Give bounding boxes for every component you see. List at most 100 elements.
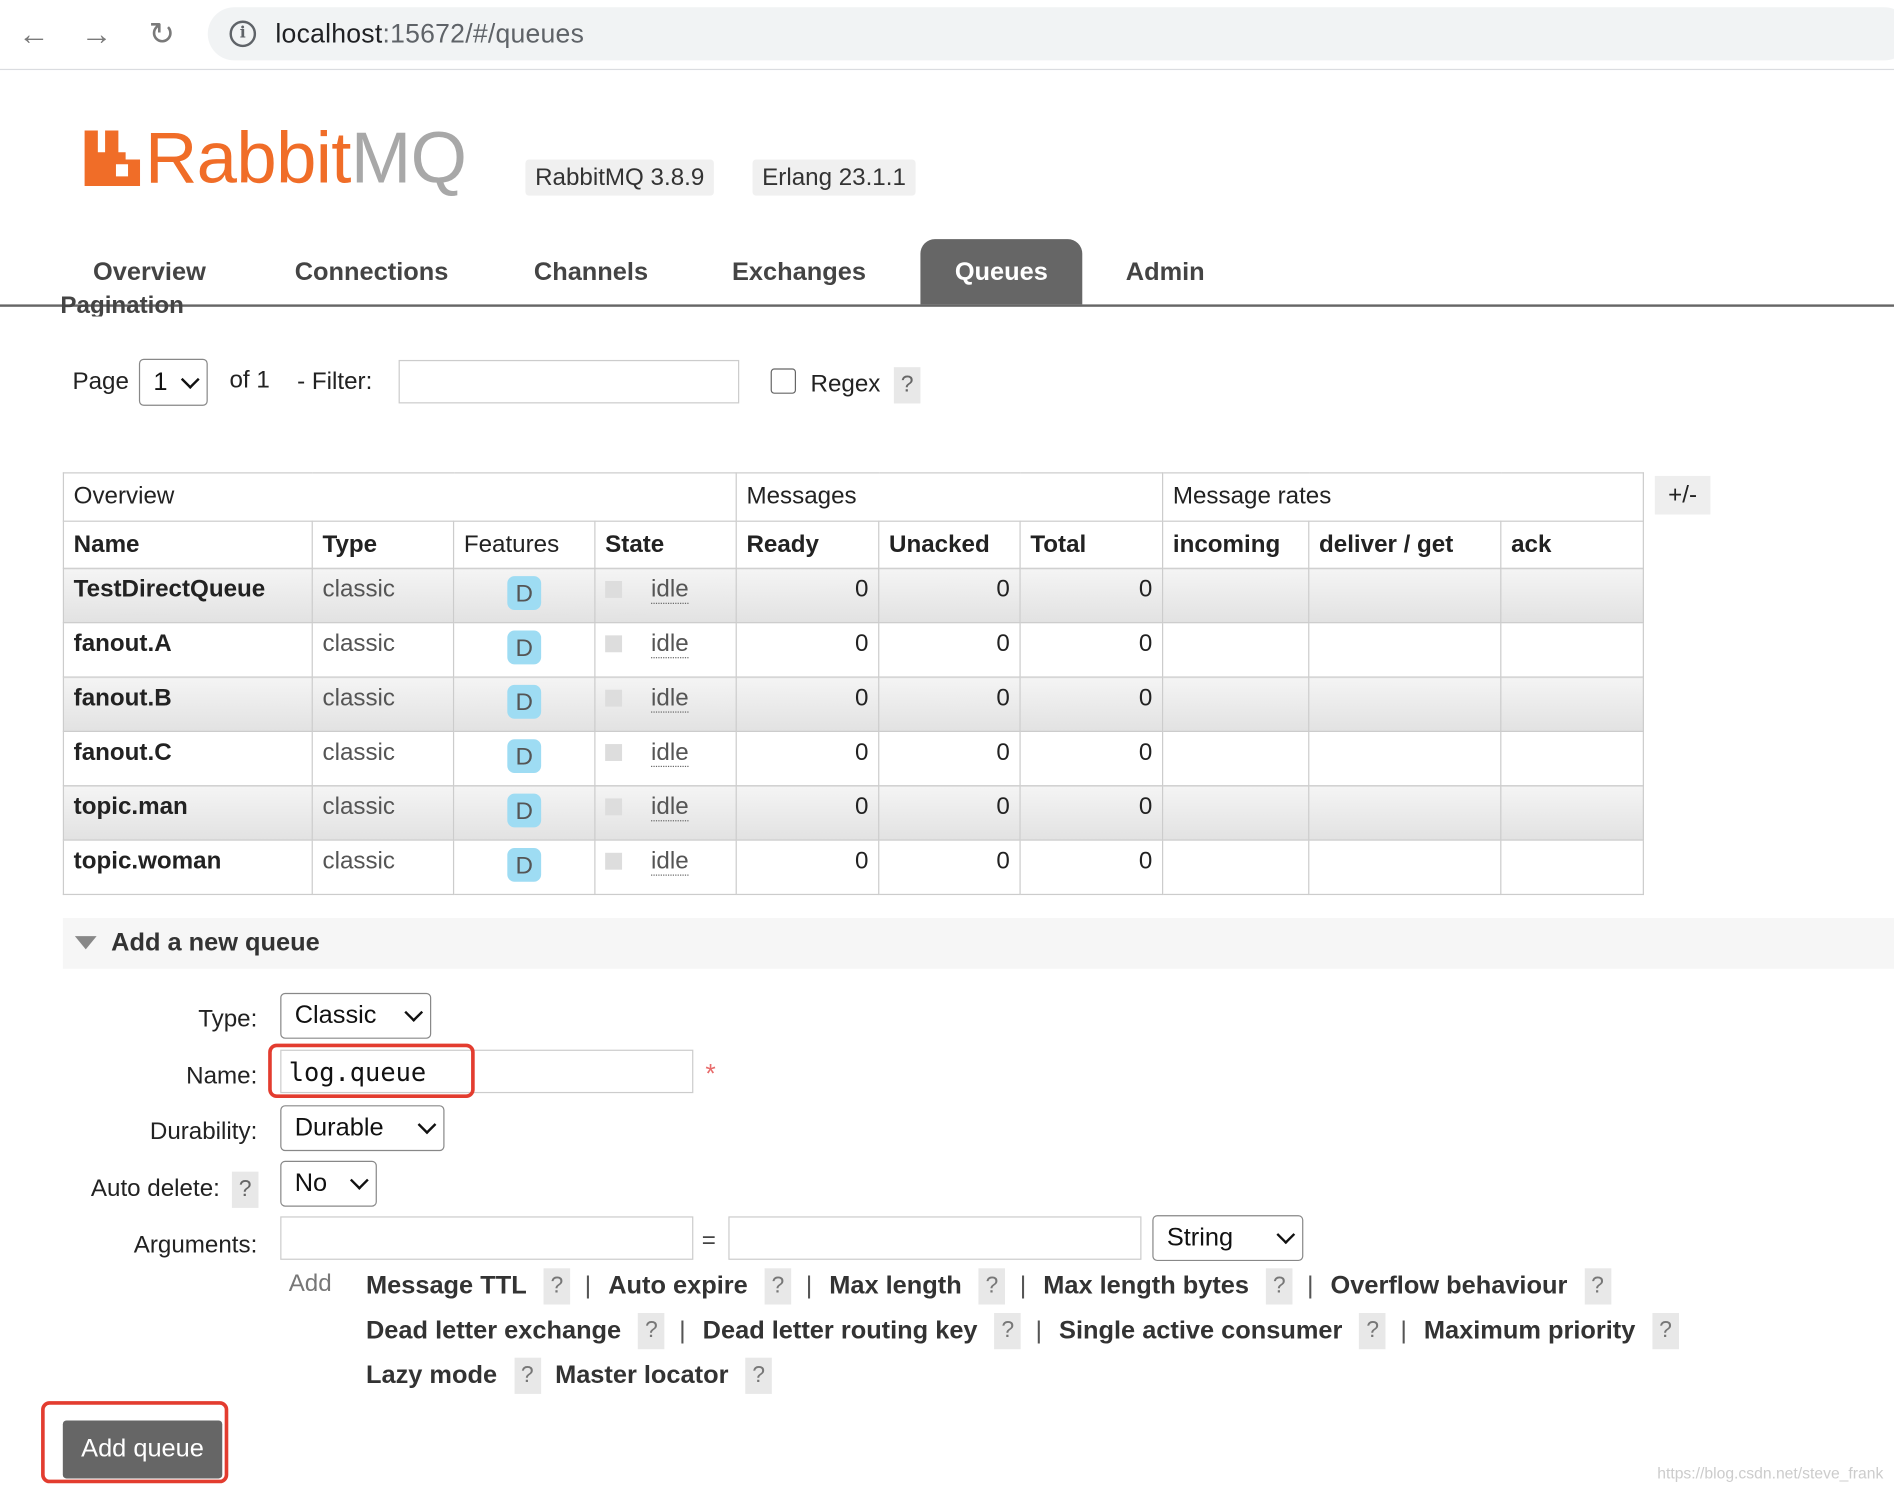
col-name[interactable]: Name: [62, 520, 313, 569]
tab-admin[interactable]: Admin: [1094, 239, 1236, 304]
queue-type-value: Classic: [294, 1001, 377, 1030]
col-ready[interactable]: Ready: [735, 520, 880, 569]
arg-message-ttl[interactable]: Message TTL: [366, 1272, 527, 1301]
arg-auto-expire[interactable]: Auto expire: [608, 1272, 748, 1301]
ready-count: 0: [735, 730, 880, 787]
ready-count: 0: [735, 622, 880, 678]
arg-max-length[interactable]: Max length: [829, 1272, 961, 1301]
tab-connections[interactable]: Connections: [263, 239, 479, 304]
durable-badge: D: [507, 793, 542, 828]
help-button[interactable]: ?: [1584, 1268, 1611, 1305]
state-label: idle: [651, 847, 689, 876]
site-info-icon[interactable]: i: [229, 20, 257, 48]
separator: |: [584, 1271, 592, 1300]
state-cell: idle: [594, 567, 737, 624]
argument-value-input[interactable]: [728, 1216, 1142, 1260]
forward-icon[interactable]: →: [77, 14, 116, 53]
state-indicator: [605, 580, 623, 598]
arg-master-locator[interactable]: Master locator: [555, 1361, 728, 1390]
help-button[interactable]: ?: [543, 1268, 571, 1305]
name-label: Name:: [186, 1062, 258, 1090]
help-button[interactable]: ?: [764, 1268, 792, 1305]
ack-rate: [1500, 622, 1644, 678]
pagination-heading[interactable]: Pagination: [60, 295, 183, 317]
col-features: Features: [452, 520, 596, 569]
queue-type: classic: [311, 730, 455, 787]
unacked-count: 0: [878, 676, 1021, 732]
rabbit-logo-icon: [84, 130, 141, 187]
auto-delete-label: Auto delete:: [90, 1175, 220, 1202]
help-button[interactable]: ?: [1265, 1268, 1293, 1305]
arg-dead-letter-exchange[interactable]: Dead letter exchange: [366, 1317, 621, 1346]
deliver-get-rate: [1308, 567, 1502, 624]
tab-channels[interactable]: Channels: [502, 239, 679, 304]
queue-name-link[interactable]: topic.woman: [62, 839, 313, 896]
state-indicator: [605, 852, 623, 870]
queue-name-link[interactable]: fanout.A: [62, 622, 313, 678]
durable-badge: D: [507, 739, 542, 774]
queue-name-link[interactable]: topic.man: [62, 785, 313, 841]
add-queue-section-header[interactable]: Add a new queue: [62, 918, 1894, 969]
argument-key-input[interactable]: [280, 1216, 694, 1260]
queue-name-link[interactable]: fanout.B: [62, 676, 313, 732]
address-bar[interactable]: i localhost:15672/#/queues: [207, 7, 1894, 61]
argument-type-select[interactable]: String: [1152, 1215, 1304, 1262]
ready-count: 0: [735, 676, 880, 732]
help-button[interactable]: ?: [638, 1312, 665, 1350]
features-cell: D: [452, 785, 596, 841]
help-button[interactable]: ?: [994, 1312, 1022, 1350]
col-total[interactable]: Total: [1019, 520, 1164, 569]
url-path: :15672/#/queues: [382, 18, 585, 49]
regex-checkbox[interactable]: [770, 368, 797, 394]
page-label: Page: [72, 368, 129, 395]
logo-rabbit: Rabbit: [144, 117, 351, 199]
help-button[interactable]: ?: [745, 1357, 772, 1394]
features-cell: D: [452, 567, 596, 624]
durable-badge: D: [507, 576, 542, 610]
help-button[interactable]: ?: [513, 1357, 541, 1394]
arg-single-active-consumer[interactable]: Single active consumer: [1059, 1317, 1342, 1346]
col-type[interactable]: Type: [311, 520, 455, 569]
col-state[interactable]: State: [594, 520, 737, 569]
tab-queues[interactable]: Queues: [920, 239, 1083, 305]
queue-name-link[interactable]: TestDirectQueue: [62, 567, 313, 624]
help-button[interactable]: ?: [1652, 1312, 1679, 1350]
queue-type-select[interactable]: Classic: [280, 992, 432, 1039]
deliver-get-rate: [1308, 785, 1502, 841]
ack-rate: [1500, 785, 1644, 841]
col-ack[interactable]: ack: [1500, 520, 1644, 569]
help-button[interactable]: ?: [1359, 1312, 1386, 1350]
arg-overflow-behaviour[interactable]: Overflow behaviour: [1331, 1272, 1568, 1301]
collapse-triangle-icon: [74, 936, 97, 950]
arg-lazy-mode[interactable]: Lazy mode: [366, 1361, 497, 1390]
back-icon[interactable]: ←: [14, 14, 53, 53]
arg-dead-letter-routing-key[interactable]: Dead letter routing key: [703, 1317, 978, 1346]
chevron-down-icon: [180, 369, 200, 389]
auto-delete-help-button[interactable]: ?: [231, 1171, 259, 1208]
regex-help-button[interactable]: ?: [893, 367, 921, 404]
tab-exchanges[interactable]: Exchanges: [701, 239, 898, 304]
col-deliver-get[interactable]: deliver / get: [1308, 520, 1502, 569]
page-select[interactable]: 1: [138, 358, 208, 406]
filter-input[interactable]: [398, 359, 740, 404]
group-messages: Messages: [735, 472, 1164, 522]
ready-count: 0: [735, 839, 880, 896]
arg-maximum-priority[interactable]: Maximum priority: [1424, 1317, 1635, 1346]
durability-select[interactable]: Durable: [280, 1105, 445, 1152]
arg-max-length-bytes[interactable]: Max length bytes: [1043, 1272, 1249, 1301]
col-incoming[interactable]: incoming: [1161, 520, 1310, 569]
address-url[interactable]: localhost:15672/#/queues: [275, 18, 584, 49]
browser-toolbar: ← → ↻ i localhost:15672/#/queues: [0, 0, 1894, 71]
auto-delete-select[interactable]: No: [280, 1160, 377, 1207]
help-button[interactable]: ?: [978, 1268, 1006, 1305]
separator: |: [805, 1271, 813, 1300]
state-indicator: [605, 798, 623, 816]
queue-name-link[interactable]: fanout.C: [62, 730, 313, 787]
argument-equals: =: [701, 1227, 716, 1254]
add-button-highlight-box: [41, 1401, 229, 1484]
column-toggle-button[interactable]: +/-: [1654, 475, 1711, 515]
col-unacked[interactable]: Unacked: [878, 520, 1021, 569]
reload-icon[interactable]: ↻: [143, 14, 182, 53]
state-cell: idle: [594, 676, 737, 732]
table-row: TestDirectQueue classic D idle 0 0 0: [62, 567, 1644, 624]
